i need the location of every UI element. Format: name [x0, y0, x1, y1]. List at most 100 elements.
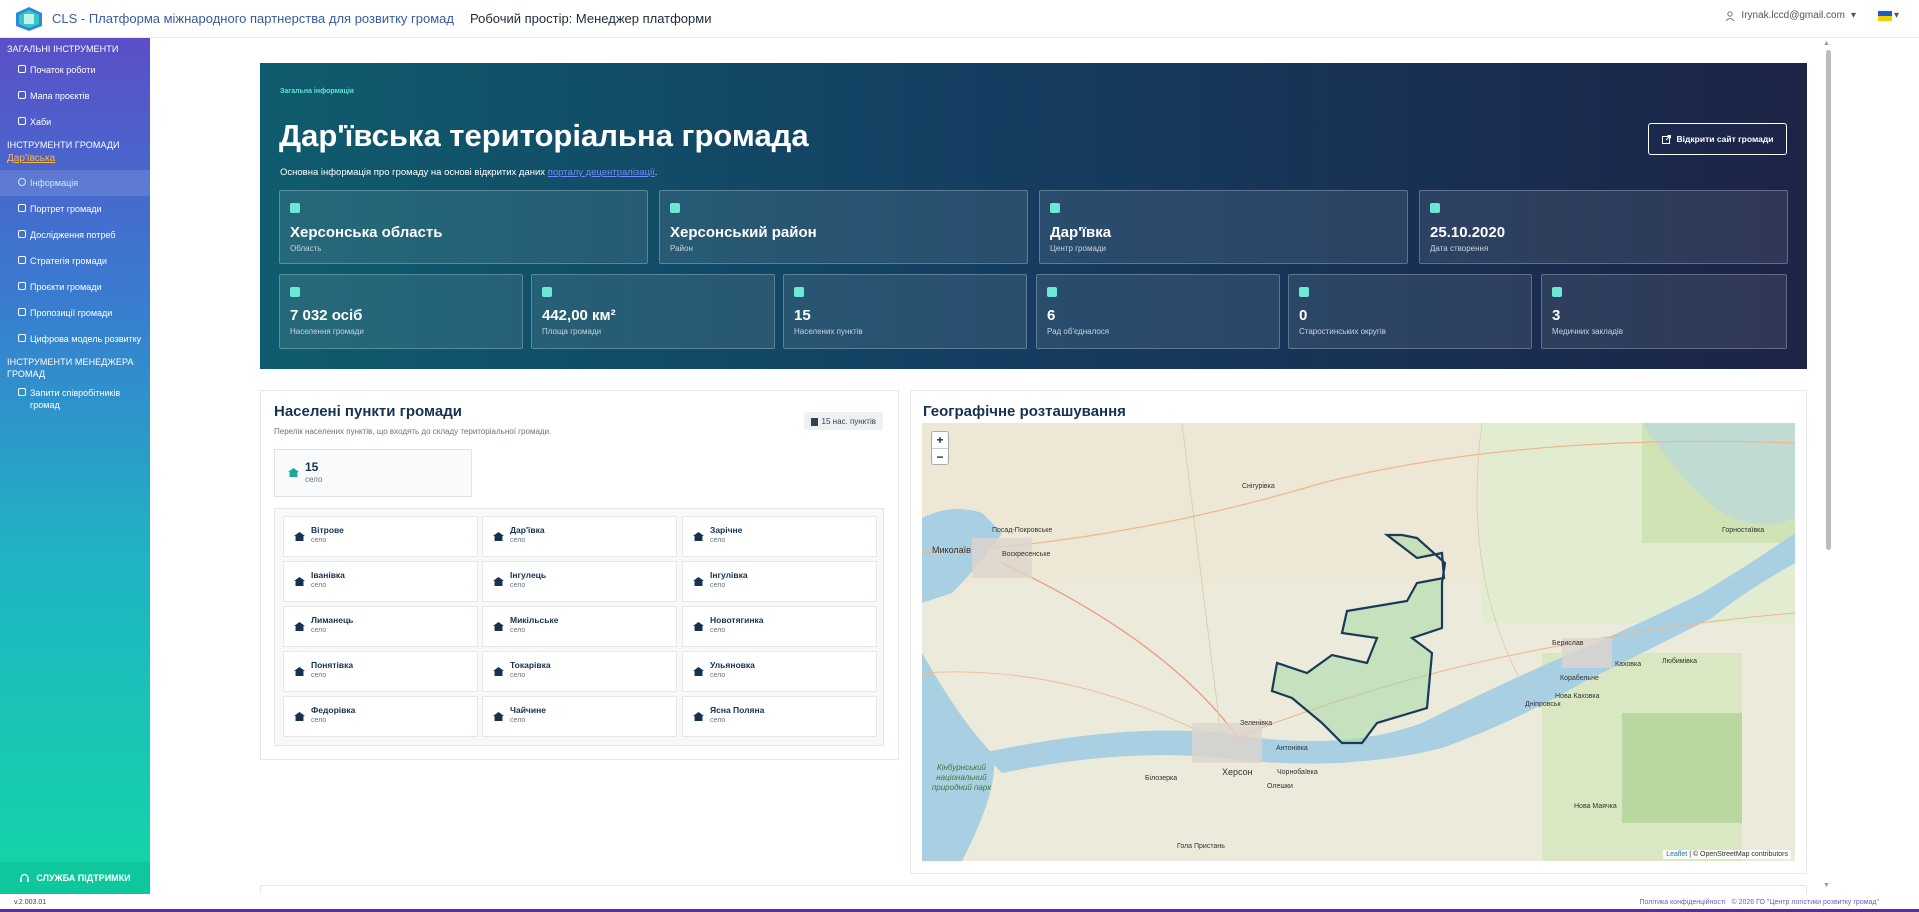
community-map[interactable]: Миколаїв Херсон Снігурівка Берислав Нова…: [922, 423, 1795, 861]
settlement-type-summary: 15 село: [274, 449, 472, 497]
group-icon: [1299, 287, 1309, 297]
platform-title[interactable]: CLS - Платформа міжнародного партнерства…: [52, 11, 454, 26]
settlements-count-card: 15 Населених пунктів: [783, 274, 1027, 349]
card-value: 15: [794, 307, 811, 324]
home-icon: [493, 577, 504, 586]
list-item[interactable]: Ясна Поляна село: [682, 696, 877, 737]
home-icon: [294, 712, 305, 721]
sidebar-item-label: Портрет громади: [30, 204, 102, 214]
sidebar-item-staff-requests[interactable]: Запити співробітників громад: [0, 380, 150, 418]
map-label: Миколаїв: [932, 545, 971, 555]
settlement-type: село: [311, 672, 327, 679]
map-label: Воскресенське: [1002, 551, 1051, 558]
list-item[interactable]: Ульяновка село: [682, 651, 877, 692]
settlements-panel: Населені пункти громади Перелік населени…: [260, 390, 899, 760]
sidebar-item-research[interactable]: Дослідження потреб: [0, 222, 150, 248]
chevron-down-icon: ▾: [1850, 10, 1856, 21]
sidebar-section-community: ІНСТРУМЕНТИ ГРОМАДИ: [7, 140, 120, 150]
zoom-out-button[interactable]: −: [932, 449, 948, 466]
community-link[interactable]: Дар'ївська: [0, 151, 150, 170]
list-item[interactable]: Зарічне село: [682, 516, 877, 557]
attribution-text: | © OpenStreetMap contributors: [1687, 851, 1788, 858]
list-item[interactable]: Іванівка село: [283, 561, 478, 602]
sidebar-item-label: Запити співробітників громад: [30, 388, 121, 410]
creation-date-card: 25.10.2020 Дата створення: [1419, 190, 1788, 264]
map-park-label: Кінбурнський національний природний парк: [931, 763, 992, 792]
list-item[interactable]: Микільське село: [482, 606, 677, 647]
map-label: Нова Каховка: [1555, 693, 1600, 700]
sidebar-item-projects[interactable]: Проєкти громади: [0, 274, 150, 300]
card-label: Населення громади: [290, 327, 364, 336]
settlement-name: Ульяновка: [710, 660, 755, 670]
scroll-up-icon[interactable]: ▲: [1823, 40, 1830, 47]
list-item[interactable]: Новотягинка село: [682, 606, 877, 647]
settlements-grid: Вітрове село Дар'ївка село Зарічне село Іва…: [274, 508, 884, 746]
list-item[interactable]: Інгулівка село: [682, 561, 877, 602]
privacy-policy-link[interactable]: Політика конфіденційності: [1639, 899, 1725, 906]
sidebar-item-hubs[interactable]: Хаби: [0, 109, 150, 135]
decentralization-portal-link[interactable]: порталу децентралізації: [548, 167, 655, 178]
list-item[interactable]: Лиманець село: [283, 606, 478, 647]
list-item[interactable]: Чайчине село: [482, 696, 677, 737]
map-label: Олешки: [1267, 783, 1293, 790]
list-item[interactable]: Токарівка село: [482, 651, 677, 692]
settlement-name: Інгулець: [510, 570, 547, 580]
research-icon: [18, 230, 26, 238]
sidebar-item-portrait[interactable]: Портрет громади: [0, 196, 150, 222]
sidebar-item-info[interactable]: Інформація: [0, 170, 150, 196]
map-label: Снігурівка: [1242, 483, 1275, 490]
top-bar: CLS - Платформа міжнародного партнерства…: [0, 0, 1919, 38]
list-item[interactable]: Дар'ївка село: [482, 516, 677, 557]
app-version: v.2.003.01: [14, 899, 47, 906]
button-label: Відкрити сайт громади: [1676, 134, 1774, 144]
map-zoom-control: + −: [931, 431, 949, 465]
settlement-name: Токарівка: [510, 660, 551, 670]
sidebar-item-strategy[interactable]: Стратегія громади: [0, 248, 150, 274]
settlement-type: село: [311, 627, 327, 634]
list-item[interactable]: Інгулець село: [482, 561, 677, 602]
card-label: Населених пунктів: [794, 327, 863, 336]
settlement-name: Микільське: [510, 615, 559, 625]
list-item[interactable]: Федорівка село: [283, 696, 478, 737]
settlement-type: село: [311, 537, 327, 544]
settlement-name: Іванівка: [311, 570, 345, 580]
sidebar-item-label: Дослідження потреб: [30, 230, 116, 240]
map-label: Чорнобаївка: [1277, 769, 1318, 776]
map-label: Херсон: [1222, 767, 1253, 777]
card-label: Область: [290, 244, 322, 253]
settlement-type: село: [710, 537, 726, 544]
open-community-site-button[interactable]: Відкрити сайт громади: [1648, 123, 1787, 155]
home-icon: [693, 622, 704, 631]
language-selector[interactable]: ▾: [1877, 10, 1899, 21]
zoom-in-button[interactable]: +: [932, 432, 948, 449]
area-card: 442,00 км² Площа громади: [531, 274, 775, 349]
card-value: 25.10.2020: [1430, 224, 1506, 241]
page-title: Дар'ївська територіальна громада: [279, 118, 809, 153]
map-label: Берислав: [1552, 640, 1584, 647]
users-icon: [18, 388, 26, 396]
support-button[interactable]: СЛУЖБА ПІДТРИМКИ: [0, 862, 150, 894]
region-card: Херсонська область Область: [279, 190, 648, 264]
sidebar-item-proposals[interactable]: Пропозиції громади: [0, 300, 150, 326]
subtitle-text: .: [654, 167, 658, 178]
sidebar-section-manager: ІНСТРУМЕНТИ МЕНЕДЖЕРА ГРОМАД: [7, 357, 134, 379]
leaflet-link[interactable]: Leaflet: [1666, 851, 1687, 858]
platform-logo[interactable]: [14, 6, 44, 32]
sidebar-section-general: ЗАГАЛЬНІ ІНСТРУМЕНТИ: [7, 44, 119, 54]
sidebar-item-project-map[interactable]: Мапа проєктів: [0, 83, 150, 109]
sidebar-item-digital-model[interactable]: Цифрова модель розвитку: [0, 326, 150, 352]
settlement-type: село: [311, 717, 327, 724]
user-menu[interactable]: Irynak.lccd@gmail.com ▾: [1725, 10, 1856, 21]
headset-icon: [20, 873, 30, 882]
card-label: Медичних закладів: [1552, 327, 1623, 336]
settlement-name: Федорівка: [311, 705, 356, 715]
list-item[interactable]: Вітрове село: [283, 516, 478, 557]
list-item[interactable]: Понятівка село: [283, 651, 478, 692]
map-label: Каховка: [1615, 661, 1642, 668]
sidebar-item-start[interactable]: Початок роботи: [0, 57, 150, 83]
sidebar-item-label: Інформація: [30, 178, 79, 188]
scroll-down-icon[interactable]: ▼: [1823, 882, 1830, 889]
calendar-icon: [1430, 203, 1440, 213]
district-card: Херсонський район Район: [659, 190, 1028, 264]
scrollbar-thumb[interactable]: [1826, 50, 1831, 550]
